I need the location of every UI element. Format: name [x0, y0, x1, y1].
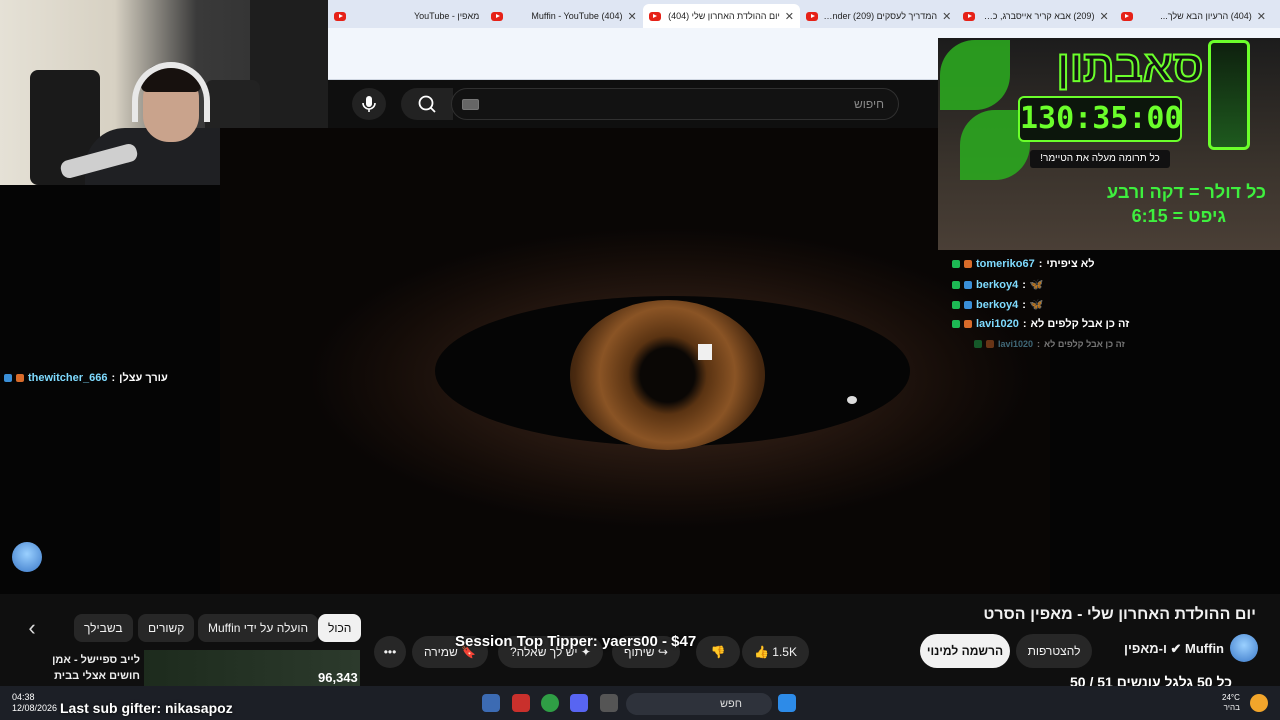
stream-overlay-right	[1050, 250, 1280, 594]
search-icon	[418, 95, 436, 113]
taskbar-clock[interactable]: 04:38 12/08/2026	[12, 692, 57, 714]
chip-all[interactable]: הכול	[318, 614, 362, 642]
chat-message: lavi1020: זה כן אבל קלפים לא	[952, 318, 1129, 330]
chip-for-you[interactable]: בשבילך	[74, 614, 133, 642]
youtube-icon	[334, 11, 347, 21]
steam-icon[interactable]	[482, 694, 500, 712]
thumbs-up-icon: 👍	[754, 645, 769, 659]
chat-message: berkoy4: 🦋	[952, 298, 1044, 311]
eye-iris	[570, 300, 765, 450]
channel-avatar[interactable]	[1230, 634, 1258, 662]
keyboard-icon[interactable]	[462, 99, 479, 110]
subathon-rate-dollar: כל דולר = דקה ורבע	[1107, 182, 1266, 202]
last-sub-overlay: Last sub gifter: nikasapoz	[60, 700, 233, 716]
join-button[interactable]: להצטרפות	[1016, 634, 1092, 668]
browser-tab[interactable]: (404) Muffin - YouTube ✕	[485, 4, 642, 28]
close-icon[interactable]: ✕	[627, 10, 636, 23]
chat-message: tomeriko67: לא ציפיתי	[952, 258, 1095, 270]
close-icon[interactable]: ✕	[785, 10, 794, 23]
badge-icon	[4, 374, 12, 382]
video-title: יום ההולדת האחרון שלי - מאפין הסרט	[983, 606, 1256, 623]
discord-icon[interactable]	[570, 694, 588, 712]
video-player[interactable]	[220, 128, 1050, 594]
search-button[interactable]	[401, 88, 453, 120]
task-view-icon[interactable]	[600, 694, 618, 712]
subathon-rate-gift: גיפט = 6:15	[1131, 206, 1226, 226]
browser-tab-active[interactable]: יום ההולדת האחרון שלי (404) ✕	[642, 4, 801, 28]
dislike-button[interactable]: 👎	[696, 636, 740, 668]
subscribe-button[interactable]: הרשמה למינוי	[920, 634, 1010, 668]
channel-name[interactable]: Muffin ✔ ו-מאפין	[1098, 641, 1224, 657]
chat-message-fading: lavi1020: זה כן אבל קלפים לא	[974, 339, 1125, 349]
more-actions-button[interactable]: •••	[374, 636, 406, 668]
youtube-icon	[1120, 11, 1133, 21]
headphones	[132, 62, 210, 122]
chip-related[interactable]: קשורים	[138, 614, 195, 642]
recommended-viewers: 96,343	[318, 670, 358, 685]
windows-start-icon[interactable]	[778, 694, 796, 712]
subathon-title: סאבתון	[1055, 41, 1204, 92]
voice-search-button[interactable]	[352, 88, 386, 120]
browser-tab[interactable]: (404) הרעיון הבא שלך... ✕	[1115, 4, 1272, 28]
close-icon[interactable]: ✕	[1257, 10, 1266, 23]
chevron-left-icon[interactable]: ‹	[18, 614, 46, 642]
close-icon[interactable]: ✕	[1099, 10, 1108, 23]
chat-message: thewitcher_666 : עורך עצלן	[4, 372, 168, 384]
youtube-icon	[806, 11, 819, 21]
app-icon[interactable]	[512, 694, 530, 712]
subathon-note: כל תרומה מעלה את הטיימר!	[1030, 150, 1170, 168]
stream-overlay-left	[0, 185, 220, 594]
browser-tab[interactable]: (209) אבא קריר אייסברג, כל הה...✕	[957, 4, 1114, 28]
browser-tab[interactable]: המדריך לעסקים deFounder (209)✕	[800, 4, 957, 28]
like-button[interactable]: 1.5K 👍	[742, 636, 809, 668]
microphone-icon	[362, 96, 376, 112]
screen: (404) הרעיון הבא שלך... ✕ (209) אבא קריר …	[0, 0, 1280, 720]
chrome-icon[interactable]	[541, 694, 559, 712]
badge-icon	[16, 374, 24, 382]
thumbs-down-icon: 👎	[710, 645, 726, 659]
taskbar-search[interactable]: חפש	[626, 693, 772, 715]
youtube-icon	[491, 11, 504, 21]
browser-tab[interactable]: מאפין - YouTube	[328, 4, 485, 28]
top-tipper-overlay: Session Top Tipper: yaers00 - $47	[455, 633, 697, 650]
youtube-icon	[963, 11, 976, 21]
subathon-timer: 130:35:00	[1018, 96, 1183, 142]
sun-icon	[1250, 694, 1268, 712]
search-input[interactable]: חיפוש	[451, 88, 899, 120]
youtube-icon	[648, 11, 661, 21]
chip-uploaded-by[interactable]: הועלה על ידי Muffin	[198, 614, 319, 642]
chat-message: berkoy4: 🦋	[952, 278, 1044, 291]
close-icon[interactable]: ✕	[942, 10, 951, 23]
leaf-icon	[940, 40, 1010, 110]
weather-widget[interactable]: 24°C בהיר	[1222, 693, 1240, 713]
browser-tab-strip: (404) הרעיון הבא שלך... ✕ (209) אבא קריר …	[328, 0, 1280, 28]
muffin-logo-icon	[12, 542, 42, 572]
